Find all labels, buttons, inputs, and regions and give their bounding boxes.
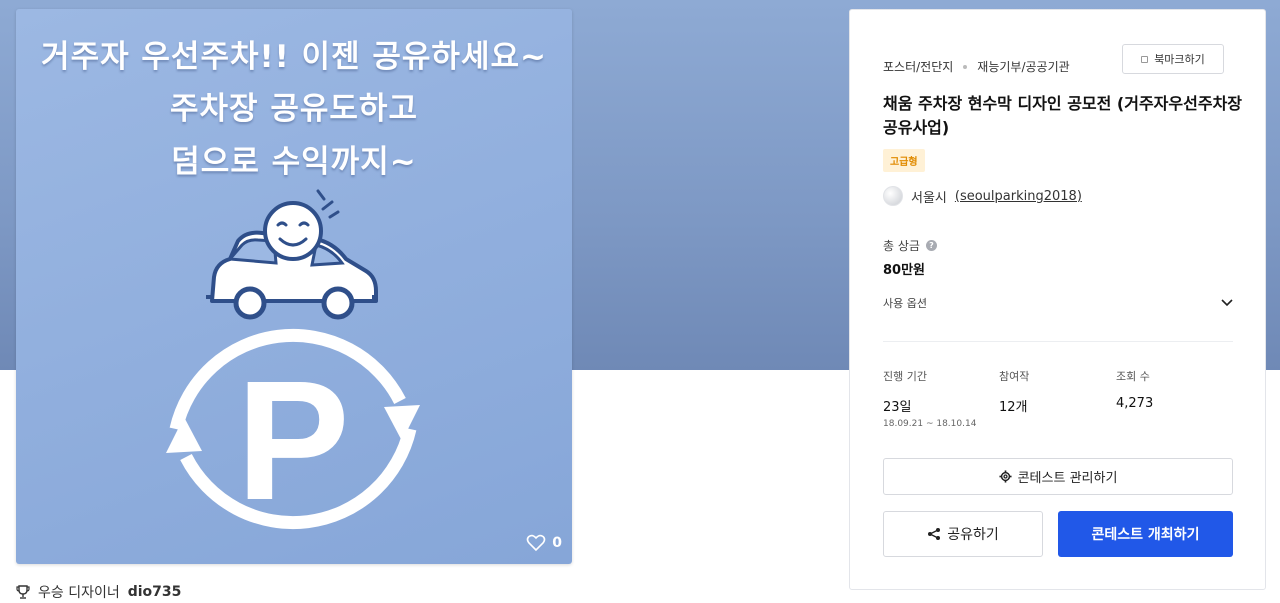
grade-badge: 고급형 [883, 149, 925, 172]
smiley-face-icon [263, 201, 323, 261]
share-label: 공유하기 [947, 527, 999, 543]
options-dropdown[interactable]: 사용 옵션 [883, 290, 1233, 316]
host-contest-label: 콘테스트 개최하기 [1091, 527, 1200, 543]
breadcrumb: 포스터/전단지 재능기부/공공기관 [883, 58, 1070, 75]
like-count: 0 [552, 535, 562, 551]
winner-name[interactable]: dio735 [128, 584, 182, 600]
manage-contest-button[interactable]: 콘테스트 관리하기 [883, 458, 1233, 495]
share-button[interactable]: 공유하기 [883, 511, 1043, 557]
prize-label: 총 상금 [883, 239, 920, 253]
entries-value: 12개 [999, 400, 1028, 415]
host-name: 서울시 [911, 190, 947, 206]
like-button[interactable]: 0 [526, 534, 562, 552]
category-poster[interactable]: 포스터/전단지 [883, 58, 953, 75]
period-range: 18.09.21 ~ 18.10.14 [883, 419, 977, 429]
host-contest-button[interactable]: 콘테스트 개최하기 [1058, 511, 1233, 557]
period-label: 진행 기간 [883, 370, 927, 383]
car-parking-illustration: P [166, 189, 420, 536]
entries-label: 참여작 [999, 370, 1030, 383]
sparkle-lines [316, 189, 340, 219]
parking-letter: P [236, 346, 349, 536]
gear-icon [999, 470, 1012, 483]
trophy-icon [16, 585, 30, 599]
breadcrumb-separator [963, 64, 968, 69]
host-id-link[interactable]: (seoulparking2018) [955, 189, 1082, 204]
winner-info: 우승 디자이너 dio735 [16, 582, 181, 602]
heart-icon [526, 534, 546, 552]
stat-views: 조회 수 4,273 [1116, 368, 1153, 411]
share-icon [928, 528, 941, 540]
bookmark-icon [1141, 55, 1149, 63]
options-label: 사용 옵션 [883, 297, 927, 310]
contest-title: 채움 주차장 현수막 디자인 공모전 (거주자우선주차장 공유사업) [883, 94, 1243, 137]
views-label: 조회 수 [1116, 370, 1150, 383]
poster-headline: 거주자 우선주차!! 이젠 공유하세요~ [41, 39, 547, 75]
winner-prefix: 우승 디자이너 [38, 585, 120, 601]
help-icon[interactable]: ? [925, 240, 937, 251]
period-value: 23일 [883, 400, 912, 415]
poster-subline-2: 덤으로 수익까지~ [171, 144, 417, 180]
avatar [883, 186, 903, 206]
host-info: 서울시 (seoulparking2018) [883, 186, 1082, 206]
prize-label-row: 총 상금 ? [883, 237, 937, 254]
views-value: 4,273 [1116, 396, 1154, 411]
stat-period: 진행 기간 23일 18.09.21 ~ 18.10.14 [883, 368, 976, 429]
divider [883, 341, 1233, 342]
bookmark-label: 북마크하기 [1154, 53, 1205, 66]
poster-subline-1: 주차장 공유도하고 [170, 91, 418, 127]
chevron-down-icon [1221, 299, 1233, 307]
stat-entries: 참여작 12개 [999, 368, 1029, 415]
contest-info-panel: 포스터/전단지 재능기부/공공기관 북마크하기 채움 주차장 현수막 디자인 공… [849, 9, 1266, 590]
category-donation[interactable]: 재능기부/공공기관 [977, 58, 1069, 75]
prize-value: 80만원 [883, 263, 926, 278]
manage-contest-label: 콘테스트 관리하기 [1017, 471, 1118, 486]
bookmark-button[interactable]: 북마크하기 [1122, 44, 1224, 74]
contest-poster-image[interactable]: 거주자 우선주차!! 이젠 공유하세요~ 주차장 공유도하고 덤으로 수익까지~ [16, 9, 572, 564]
